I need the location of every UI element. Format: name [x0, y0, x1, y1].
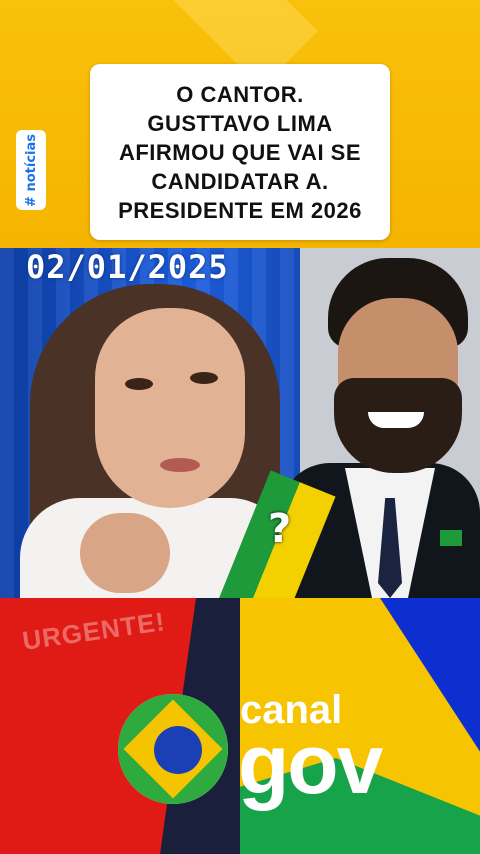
presenter-eye	[190, 372, 218, 384]
candidate-smile	[368, 412, 424, 428]
brand-banner: URGENTE! canal gov	[0, 598, 480, 854]
presenter-eye	[125, 378, 153, 390]
presenter-hand	[80, 513, 170, 593]
headline-text: O CANTOR. GUSTTAVO LIMA AFIRMOU QUE VAI …	[118, 81, 362, 223]
brand-name-bottom: gov	[238, 717, 383, 811]
brazil-flag-logo-icon	[118, 694, 228, 804]
headline-card: O CANTOR. GUSTTAVO LIMA AFIRMOU QUE VAI …	[90, 64, 390, 240]
date-label: 02/01/2025	[26, 248, 229, 286]
question-mark: ?	[268, 506, 292, 552]
flag-pin-icon	[440, 530, 462, 546]
news-photo: 02/01/2025 ?	[0, 248, 480, 598]
news-tag[interactable]: # notícias	[16, 130, 46, 210]
presenter-mouth	[160, 458, 200, 472]
news-tag-label: # notícias	[23, 133, 39, 207]
presenter-face	[95, 308, 245, 508]
